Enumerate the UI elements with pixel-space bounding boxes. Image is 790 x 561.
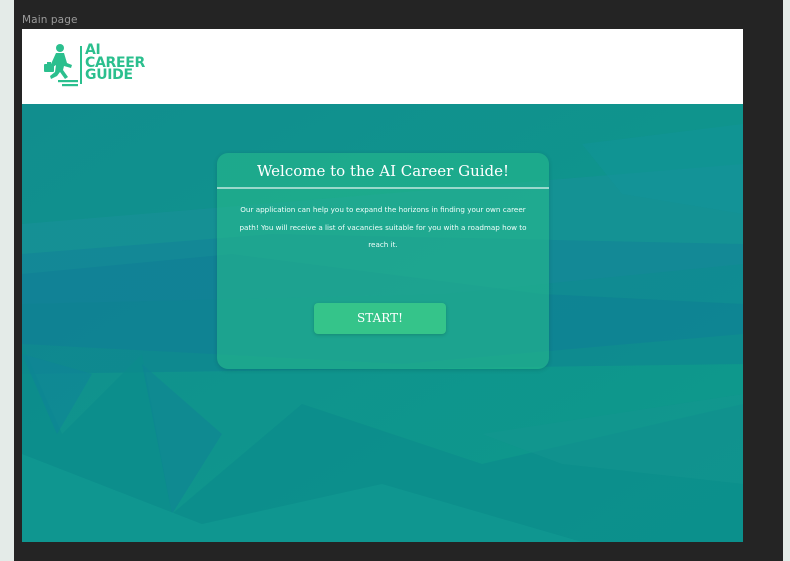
- logo-line-guide: GUIDE: [85, 67, 133, 83]
- walking-person-briefcase-icon: [44, 44, 78, 87]
- frame-label: Main page: [22, 14, 78, 26]
- hero-section: Welcome to the AI Career Guide! Our appl…: [22, 104, 743, 542]
- logo-divider: [80, 46, 82, 84]
- logo-wordmark: AI CAREER GUIDE: [85, 43, 145, 83]
- welcome-title: Welcome to the AI Career Guide!: [256, 162, 510, 180]
- main-page: AI CAREER GUIDE Welcome to the AI Career…: [22, 29, 743, 542]
- header: AI CAREER GUIDE: [22, 29, 743, 104]
- start-button[interactable]: START!: [314, 303, 446, 334]
- logo[interactable]: AI CAREER GUIDE: [42, 43, 152, 87]
- welcome-description: Our application can help you to expand t…: [239, 205, 527, 249]
- title-divider: [217, 187, 549, 189]
- welcome-card: Welcome to the AI Career Guide! Our appl…: [217, 153, 549, 369]
